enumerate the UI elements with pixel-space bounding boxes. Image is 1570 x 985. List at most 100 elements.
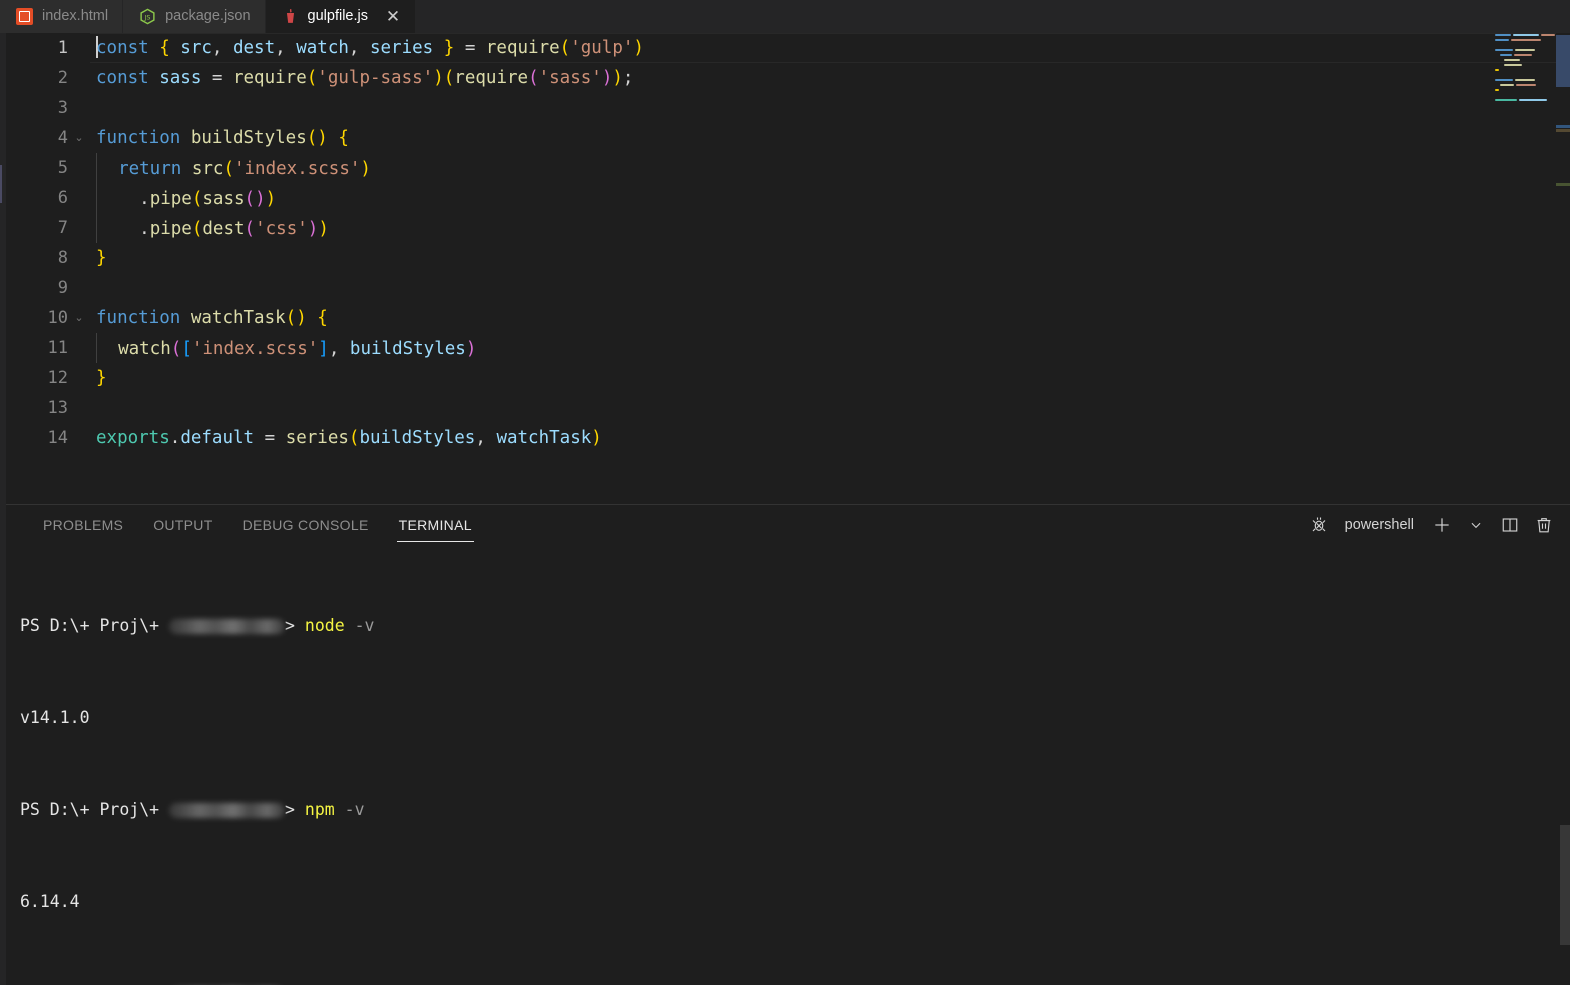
token-comma: , (275, 38, 297, 58)
token-paren: ) (601, 68, 613, 88)
token-operator: = (254, 428, 286, 448)
code-line-11: 11 watch(['index.scss'], buildStyles) (0, 332, 1570, 364)
editor-overview-ruler[interactable] (1556, 33, 1570, 504)
token-paren: ) (318, 218, 329, 239)
line-content: .pipe(sass()) (90, 182, 277, 214)
terminal-args: -v (344, 616, 375, 635)
token-paren: ( (244, 218, 256, 239)
line-content: return src('index.scss') (90, 152, 371, 184)
line-number: 12 (47, 368, 68, 388)
panel-tab-output[interactable]: OUTPUT (138, 505, 227, 545)
close-icon[interactable]: ✕ (385, 8, 401, 25)
line-number: 11 (47, 338, 68, 358)
token-function: require (485, 38, 560, 58)
line-content: function buildStyles() { (90, 123, 349, 153)
line-number: 5 (57, 158, 68, 178)
token-punct: . (97, 188, 150, 209)
token-paren: ( (528, 68, 539, 88)
token-paren: ) (265, 188, 277, 209)
line-content: exports.default = series(buildStyles, wa… (90, 423, 602, 453)
terminal-output[interactable]: PS D:\+ Proj\+ > node -v v14.1.0 PS D:\+… (0, 545, 1570, 985)
activity-bar-sliver (0, 33, 6, 985)
token-function: buildStyles (180, 128, 307, 148)
token-keyword: return (97, 158, 192, 179)
token-function: pipe (149, 188, 192, 209)
token-paren: ( (348, 428, 360, 448)
token-comma: , (475, 428, 497, 448)
token-paren: ( (191, 218, 203, 239)
html5-icon (16, 8, 33, 25)
token-punct: . (97, 218, 150, 239)
code-line-1: 1 const { src, dest, watch, series } = r… (0, 33, 1570, 63)
token-paren: ( (559, 38, 571, 58)
tab-index-html[interactable]: index.html (0, 0, 124, 33)
code-line-2: 2 const sass = require('gulp-sass')(requ… (0, 63, 1570, 93)
token-function: watchTask (180, 308, 286, 328)
editor-scrollbar-thumb[interactable] (1556, 35, 1570, 87)
token-operator: = (211, 68, 233, 88)
token-brace: { (327, 128, 349, 148)
panel-tab-label: PROBLEMS (43, 517, 124, 533)
code-editor[interactable]: 1 const { src, dest, watch, series } = r… (0, 33, 1570, 504)
line-content: watch(['index.scss'], buildStyles) (90, 332, 476, 364)
terminal-text: v14.1.0 (20, 708, 90, 727)
line-number: 3 (57, 98, 68, 118)
tab-label: index.html (42, 8, 109, 25)
token-keyword: const (96, 68, 149, 88)
terminal-args: -v (334, 800, 365, 819)
prompt-prefix: PS D:\+ Proj\+ (20, 616, 170, 635)
token-variable: sass (148, 68, 212, 88)
token-semicolon: ; (622, 68, 634, 88)
code-line-12: 12 } (0, 363, 1570, 393)
token-operator: = (464, 38, 486, 58)
plus-icon[interactable] (1432, 515, 1452, 535)
token-function: watch (118, 338, 171, 359)
line-content: const sass = require('gulp-sass')(requir… (90, 63, 633, 93)
tab-gulpfile-js[interactable]: gulpfile.js ✕ (265, 0, 416, 33)
tab-package-json[interactable]: JS package.json (123, 0, 266, 33)
chevron-down-icon[interactable] (1466, 515, 1486, 535)
trash-icon[interactable] (1534, 515, 1554, 535)
code-line-5: 5 return src('index.scss') (0, 152, 1570, 184)
prompt-suffix: > (285, 616, 305, 635)
panel-tab-problems[interactable]: PROBLEMS (28, 505, 138, 545)
line-number: 8 (57, 248, 68, 268)
panel-tab-debug-console[interactable]: DEBUG CONSOLE (228, 505, 384, 545)
terminal-output-line: v14.1.0 (20, 706, 1570, 729)
token-keyword: const (96, 38, 149, 58)
token-function: sass (202, 188, 245, 209)
token-string: 'index.scss' (191, 338, 319, 359)
code-line-3: 3 (0, 93, 1570, 123)
fold-chevron-down-icon[interactable]: ⌄ (68, 123, 90, 153)
panel-actions: powershell (1309, 515, 1554, 535)
token-paren: () (285, 308, 307, 328)
token-paren: ( (244, 188, 256, 209)
fold-chevron-down-icon[interactable]: ⌄ (68, 303, 90, 333)
code-line-4: 4 ⌄ function buildStyles() { (0, 123, 1570, 153)
terminal-shell-name[interactable]: powershell (1345, 517, 1414, 533)
token-string: 'gulp' (570, 38, 634, 58)
line-number: 2 (57, 68, 68, 88)
panel-tab-terminal[interactable]: TERMINAL (384, 505, 487, 545)
token-brace: } (96, 248, 107, 268)
line-content: function watchTask() { (90, 303, 328, 333)
token-string: 'css' (255, 218, 308, 239)
code-line-10: 10 ⌄ function watchTask() { (0, 303, 1570, 333)
panel-tab-label: DEBUG CONSOLE (242, 517, 369, 533)
prompt-suffix: > (285, 800, 305, 819)
token-function: src (191, 158, 224, 179)
terminal-scrollbar-thumb[interactable] (1560, 825, 1570, 945)
code-line-13: 13 (0, 393, 1570, 423)
terminal-prompt-line: PS D:\+ Proj\+ > npm -v (20, 798, 1570, 821)
code-line-7: 7 .pipe(dest('css')) (0, 212, 1570, 243)
line-content: } (90, 363, 107, 393)
line-number: 6 (57, 188, 68, 208)
bottom-panel: PROBLEMS OUTPUT DEBUG CONSOLE TERMINAL p… (0, 504, 1570, 985)
token-paren: ) (360, 158, 371, 179)
line-number: 10 (47, 308, 68, 328)
code-lines: 1 const { src, dest, watch, series } = r… (0, 33, 1570, 504)
split-editor-icon[interactable] (1500, 515, 1520, 535)
token-paren: ) (633, 38, 644, 58)
terminal-command: npm (304, 800, 335, 819)
